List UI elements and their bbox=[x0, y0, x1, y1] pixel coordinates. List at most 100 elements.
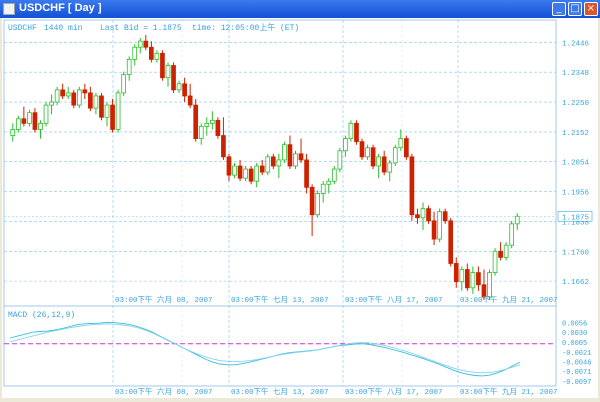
chart-area[interactable]: 1.2446 1.2348 1.2250 1.2152 1.2054 1.1956 1.18… bbox=[2, 18, 598, 398]
price-chart-svg[interactable]: 1.2446 1.2348 1.2250 1.2152 1.2054 1.1956 1.18… bbox=[2, 18, 598, 398]
candle-body bbox=[121, 74, 126, 94]
macd-tick-label: -0.0097 bbox=[562, 379, 591, 387]
candle-body bbox=[359, 141, 365, 158]
chart-window: USDCHF [ Day ] _ □ × 1.2446 1.2348 1.2250 1… bbox=[0, 0, 600, 400]
candle-body bbox=[298, 153, 304, 161]
maximize-button[interactable]: □ bbox=[568, 2, 582, 16]
candle-body bbox=[509, 223, 515, 246]
candle-body bbox=[226, 156, 232, 176]
candle-body bbox=[204, 122, 210, 127]
candle-body bbox=[453, 263, 459, 283]
candle-body bbox=[10, 129, 16, 136]
candle-body bbox=[232, 165, 237, 176]
candle-body bbox=[276, 159, 282, 167]
candle-body bbox=[304, 159, 309, 188]
candle-body bbox=[243, 168, 248, 179]
candle-body bbox=[381, 156, 387, 173]
macd-tick-label: 0.0005 bbox=[562, 340, 587, 348]
macd-tick-label: -0.0046 bbox=[562, 359, 591, 367]
candle-body bbox=[354, 122, 359, 143]
candle-body bbox=[132, 46, 138, 60]
price-tick-label: 1.2446 bbox=[562, 40, 590, 48]
candle-body bbox=[265, 156, 271, 173]
candle-body bbox=[154, 52, 160, 60]
candle-body bbox=[126, 59, 132, 76]
candle-body bbox=[415, 214, 420, 219]
minimize-button[interactable]: _ bbox=[552, 2, 566, 16]
macd-tick-label: 0.0056 bbox=[562, 320, 587, 328]
candle-body bbox=[343, 138, 348, 152]
candle-body bbox=[171, 65, 176, 91]
candle-body bbox=[459, 269, 465, 283]
window-title: USDCHF [ Day ] bbox=[19, 2, 102, 14]
price-tick-label: 1.1662 bbox=[562, 279, 589, 287]
candle-body bbox=[182, 83, 187, 97]
candle-body bbox=[160, 52, 165, 79]
macd-label: MACD (26,12,9) bbox=[8, 311, 75, 320]
candle-body bbox=[287, 144, 293, 167]
candle-body bbox=[282, 144, 287, 161]
price-tick-label: 1.1956 bbox=[562, 190, 590, 198]
candle-body bbox=[331, 168, 337, 182]
candle-body bbox=[370, 147, 376, 167]
macd-time-tick-label: 03:00下午 八月 17, 2007 bbox=[345, 386, 443, 397]
candle-body bbox=[215, 119, 221, 136]
candle-body bbox=[254, 165, 260, 182]
candle-body bbox=[60, 89, 66, 97]
candle-body bbox=[492, 250, 498, 273]
candle-body bbox=[470, 272, 476, 289]
candle-body bbox=[54, 89, 60, 103]
candle-body bbox=[437, 211, 442, 240]
candle-body bbox=[209, 119, 215, 124]
candle-body bbox=[404, 138, 409, 158]
close-button[interactable]: × bbox=[584, 2, 598, 16]
time-label: time: 12:05:00上午 (ET) bbox=[192, 22, 299, 33]
macd-panel bbox=[3, 305, 557, 387]
candle-body bbox=[21, 118, 27, 124]
candle-body bbox=[110, 104, 115, 130]
candle-body bbox=[514, 215, 520, 225]
candle-body bbox=[409, 156, 415, 216]
macd-tick-label: -0.0021 bbox=[562, 350, 591, 358]
candle-body bbox=[309, 186, 315, 216]
candle-body bbox=[198, 126, 204, 139]
candle-body bbox=[259, 165, 265, 173]
macd-tick-label: 0.0030 bbox=[562, 330, 587, 338]
candle-body bbox=[143, 40, 149, 48]
price-tick-label: 1.2250 bbox=[562, 100, 590, 108]
candle-body bbox=[326, 180, 332, 185]
candle-body bbox=[315, 193, 321, 216]
candle-body bbox=[442, 211, 448, 222]
chart-window-icon bbox=[3, 3, 15, 15]
price-tick-label: 1.2054 bbox=[562, 160, 590, 168]
macd-tick-label: -0.0071 bbox=[562, 369, 591, 377]
candle-body bbox=[248, 168, 254, 182]
last-bid-label: Last Bid = 1.1875 bbox=[100, 24, 182, 33]
price-tick-label: 1.2348 bbox=[562, 70, 589, 78]
candle-body bbox=[498, 250, 503, 258]
candle-body bbox=[76, 89, 82, 106]
candle-body bbox=[387, 162, 393, 173]
timeframe-label: 1440 min bbox=[44, 24, 83, 33]
candle-body bbox=[149, 46, 154, 60]
price-tick-label: 1.1760 bbox=[562, 249, 590, 257]
candle-body bbox=[270, 156, 276, 167]
candle-body bbox=[503, 244, 509, 258]
candle-body bbox=[221, 135, 226, 158]
candle-body bbox=[15, 118, 21, 130]
candle-body bbox=[365, 147, 370, 158]
title-bar[interactable]: USDCHF [ Day ] _ □ × bbox=[0, 0, 600, 18]
candle-body bbox=[99, 95, 104, 118]
price-tick-label: 1.2152 bbox=[562, 130, 589, 138]
candle-body bbox=[104, 104, 110, 118]
candle-body bbox=[348, 122, 354, 139]
candle-body bbox=[476, 272, 481, 286]
candle-body bbox=[137, 40, 143, 48]
candle-body bbox=[320, 183, 326, 194]
candle-body bbox=[376, 156, 381, 167]
candle-body bbox=[115, 92, 121, 130]
candle-body bbox=[187, 95, 193, 106]
candle-body bbox=[431, 220, 437, 240]
candle-body bbox=[32, 112, 38, 130]
candle-body bbox=[392, 147, 398, 164]
